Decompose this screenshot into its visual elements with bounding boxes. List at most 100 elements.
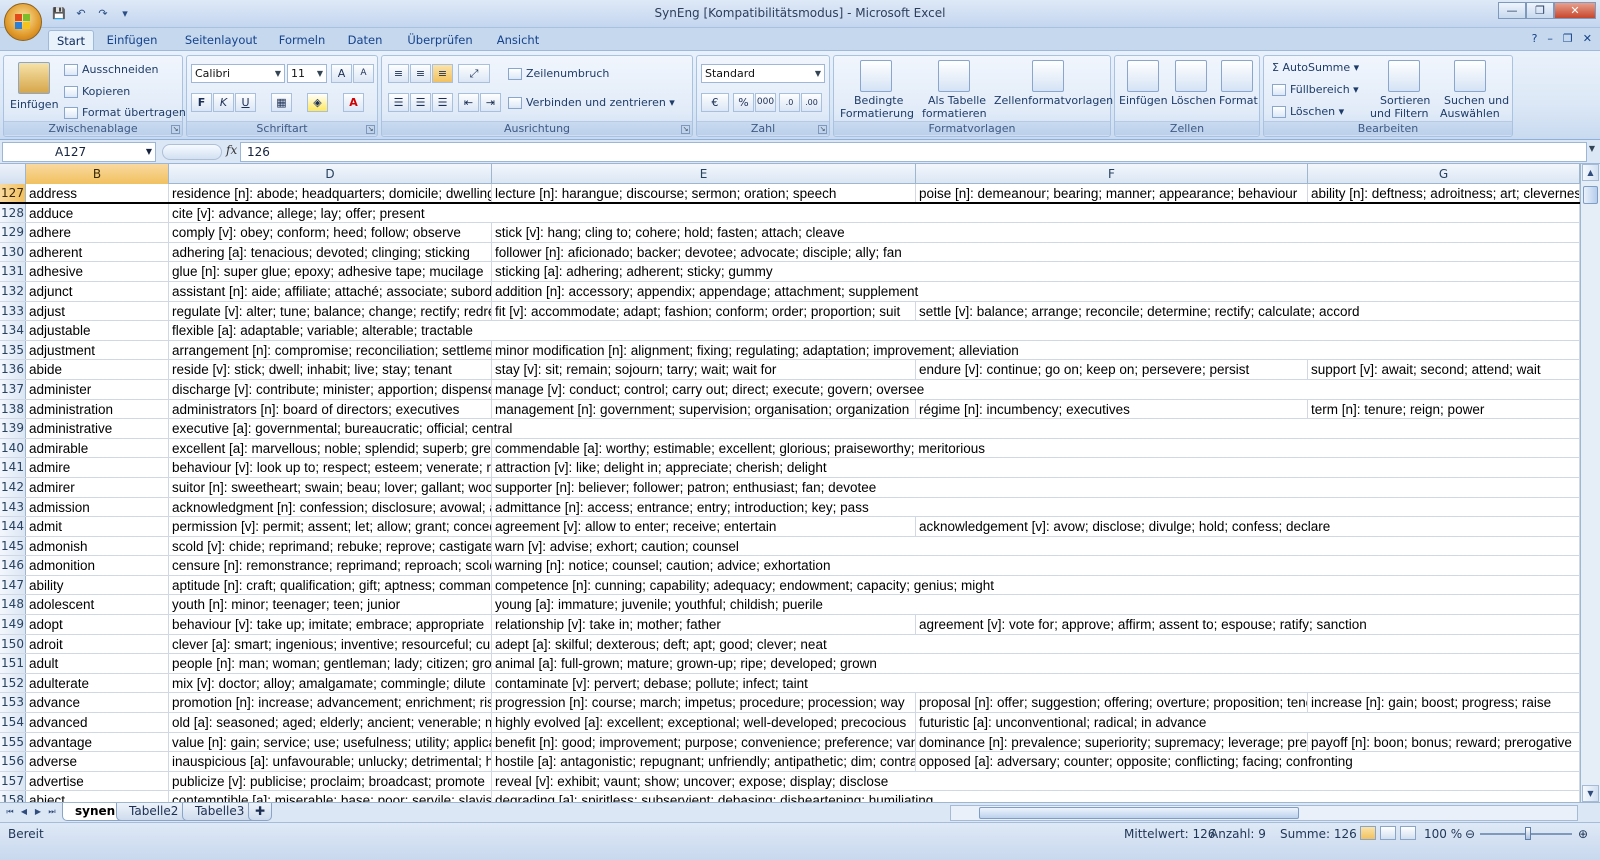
align-middle-icon[interactable]: ≡ (410, 64, 431, 83)
cell-d[interactable]: cite [v]: advance; allege; lay; offer; p… (169, 204, 425, 223)
cell-d[interactable]: arrangement [n]: compromise; reconciliat… (169, 340, 492, 360)
cell-g[interactable] (1308, 340, 1580, 360)
cell-f[interactable] (916, 674, 919, 693)
cell-d[interactable]: scold [v]: chide; reprimand; rebuke; rep… (169, 536, 492, 556)
cell-d[interactable]: executive [a]: governmental; bureaucrati… (169, 419, 512, 438)
cell-g[interactable]: increase [n]: gain; boost; progress; rai… (1308, 693, 1580, 713)
align-left-icon[interactable]: ☰ (388, 93, 409, 112)
sort-filter-icon[interactable] (1388, 60, 1420, 92)
row-header[interactable]: 136 (0, 360, 26, 379)
insert-sheet-icon[interactable]: ✚ (248, 803, 273, 821)
cell-b[interactable]: abject (26, 791, 169, 802)
cell-g[interactable] (1308, 262, 1580, 281)
increase-decimal-icon[interactable]: .0 (779, 93, 800, 112)
page-break-view-icon[interactable] (1400, 826, 1416, 840)
font-size-select[interactable]: 11 ▼ (287, 64, 327, 83)
cell-b[interactable]: adopt (26, 615, 169, 634)
cell-b[interactable]: admirable (26, 438, 169, 458)
row-header[interactable]: 142 (0, 477, 26, 497)
dialog-launcher-icon[interactable]: ↘ (681, 125, 690, 134)
cell-e[interactable]: hostile [a]: antagonistic; repugnant; un… (492, 752, 916, 771)
cell-b[interactable]: advertise (26, 771, 169, 791)
row-header[interactable]: 157 (0, 771, 26, 791)
dialog-launcher-icon[interactable]: ↘ (171, 125, 180, 134)
cell-d[interactable]: discharge [v]: contribute; minister; app… (169, 379, 492, 399)
cell-f[interactable] (916, 654, 919, 673)
cell-b[interactable]: administration (26, 399, 169, 419)
cell-d[interactable]: excellent [a]: marvellous; noble; splend… (169, 438, 492, 458)
office-button[interactable] (4, 3, 42, 41)
workbook-restore-icon[interactable]: ❐ (1563, 32, 1573, 45)
row-header[interactable]: 130 (0, 242, 26, 262)
cell-b[interactable]: admirer (26, 477, 169, 497)
cell-g[interactable] (1308, 321, 1580, 340)
cell-styles-button[interactable]: Zellenformatvorlagen (994, 94, 1113, 107)
cell-d[interactable]: contemptible [a]: miserable; base; poor;… (169, 791, 492, 802)
clear-button[interactable]: Löschen ▾ (1272, 105, 1344, 118)
format-cells-icon[interactable] (1221, 60, 1253, 92)
cell-e[interactable]: lecture [n]: harangue; discourse; sermon… (492, 184, 916, 202)
row-header[interactable]: 156 (0, 752, 26, 771)
cell-b[interactable]: admonition (26, 556, 169, 575)
row-header[interactable]: 150 (0, 634, 26, 654)
last-sheet-icon[interactable]: ⏭ (46, 805, 58, 819)
cell-e[interactable]: animal [a]: full-grown; mature; grown-up… (492, 654, 877, 673)
column-header-f[interactable]: F (916, 164, 1308, 184)
cell-e[interactable]: young [a]: immature; juvenile; youthful;… (492, 595, 823, 614)
row-header[interactable]: 147 (0, 575, 26, 595)
cell-b[interactable]: adjust (26, 301, 169, 321)
cell-d[interactable]: behaviour [v]: look up to; respect; este… (169, 458, 492, 477)
cell-f[interactable] (916, 243, 919, 262)
tab-ansicht[interactable]: Ansicht (490, 30, 546, 50)
cell-e[interactable] (492, 321, 495, 340)
cell-b[interactable]: adverse (26, 752, 169, 771)
cell-g[interactable] (1308, 281, 1580, 301)
cell-b[interactable]: admonish (26, 536, 169, 556)
cell-g[interactable] (1308, 771, 1580, 791)
cell-b[interactable]: adolescent (26, 595, 169, 615)
workbook-close-icon[interactable]: ✕ (1583, 32, 1592, 45)
delete-cells-button[interactable]: Löschen (1171, 94, 1216, 107)
cell-d[interactable]: permission [v]: permit; assent; let; all… (169, 517, 492, 536)
cell-e[interactable]: manage [v]: conduct; control; carry out;… (492, 380, 924, 399)
row-header[interactable]: 149 (0, 615, 26, 634)
autosum-button[interactable]: Σ AutoSumme ▾ (1272, 61, 1359, 74)
restore-button[interactable]: ❐ (1526, 2, 1554, 19)
cell-g[interactable] (1308, 556, 1580, 575)
cell-d[interactable]: administrators [n]: board of directors; … (169, 399, 492, 419)
cell-f[interactable] (916, 223, 919, 242)
cell-f[interactable]: opposed [a]: adversary; counter; opposit… (916, 752, 1353, 771)
format-as-table-button[interactable]: Als Tabelle (928, 94, 986, 107)
row-header[interactable]: 146 (0, 556, 26, 575)
vertical-scroll-thumb[interactable] (1583, 186, 1598, 204)
cell-g[interactable]: ability [n]: deftness; adroitness; art; … (1308, 184, 1580, 202)
cell-f[interactable]: proposal [n]: offer; suggestion; offerin… (916, 693, 1308, 713)
cell-b[interactable]: adduce (26, 203, 169, 223)
cell-g[interactable] (1308, 713, 1580, 732)
cell-b[interactable]: address (26, 184, 169, 202)
cell-d[interactable]: assistant [n]: aide; affiliate; attaché;… (169, 281, 492, 301)
cell-e[interactable]: reveal [v]: exhibit; vaunt; show; uncove… (492, 772, 888, 791)
page-layout-view-icon[interactable] (1380, 826, 1396, 840)
scroll-up-icon[interactable]: ▲ (1582, 164, 1599, 181)
column-header-g[interactable]: G (1308, 164, 1580, 184)
cell-e[interactable]: adept [a]: skilful; dexterous; deft; apt… (492, 635, 827, 654)
format-painter-button[interactable]: Format übertragen (64, 106, 186, 119)
insert-cells-icon[interactable] (1127, 60, 1159, 92)
increase-indent-icon[interactable]: ⇥ (480, 93, 501, 112)
cell-e[interactable]: minor modification [n]: alignment; fixin… (492, 341, 1019, 360)
cell-f[interactable] (916, 791, 919, 802)
cell-g[interactable] (1308, 477, 1580, 497)
cell-e[interactable]: warning [n]: notice; counsel; caution; a… (492, 556, 830, 575)
cell-d[interactable]: people [n]: man; woman; gentleman; lady;… (169, 654, 492, 673)
paste-icon[interactable] (18, 62, 50, 94)
row-header[interactable]: 139 (0, 419, 26, 438)
row-header[interactable]: 158 (0, 791, 26, 802)
tab-seitenlayout[interactable]: Seitenlayout (176, 30, 266, 50)
cell-d[interactable]: behaviour [v]: take up; imitate; embrace… (169, 615, 492, 634)
cell-g[interactable] (1308, 595, 1580, 615)
cell-b[interactable]: abide (26, 360, 169, 379)
orientation-icon[interactable]: ⤢ (458, 64, 490, 83)
cell-g[interactable] (1308, 242, 1580, 262)
cell-f[interactable] (916, 772, 919, 791)
